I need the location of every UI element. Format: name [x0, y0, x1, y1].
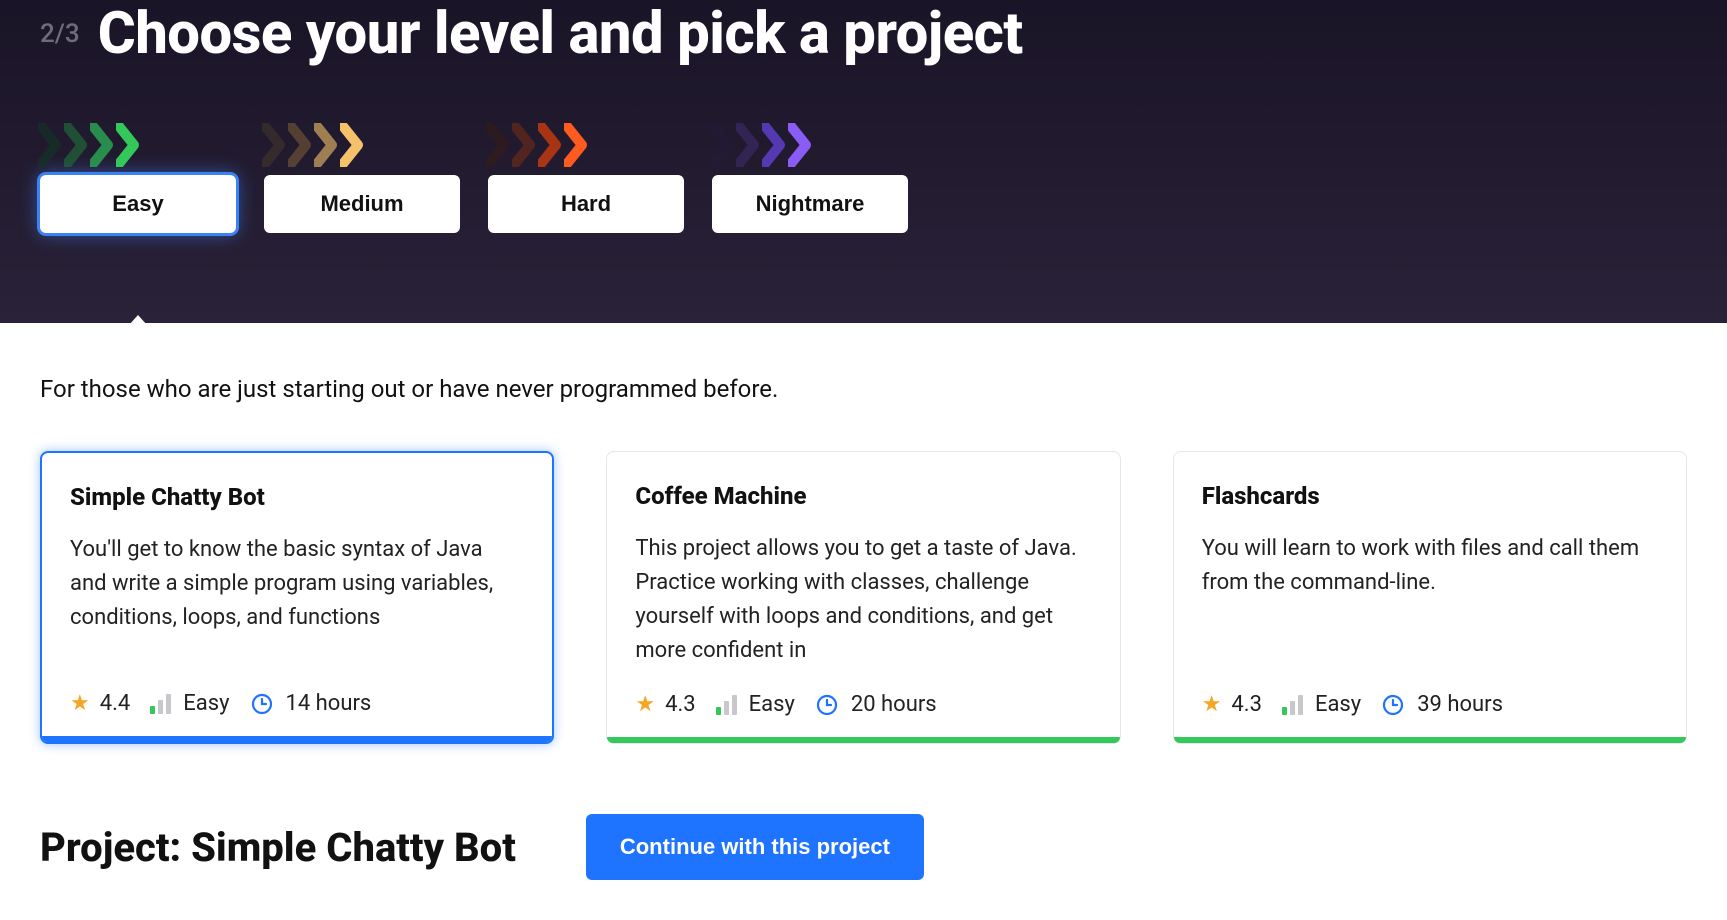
chevron-icon: [512, 123, 538, 167]
chevron-icon: [564, 123, 590, 167]
chevron-icon: [262, 123, 288, 167]
projects-row: Simple Chatty Bot You'll get to know the…: [40, 451, 1687, 744]
level-button-nightmare[interactable]: Nightmare: [712, 175, 908, 233]
chevron-icon: [538, 123, 564, 167]
project-card-meta: ★ 4.4 Easy 14 hours: [70, 691, 524, 716]
project-card[interactable]: Simple Chatty Bot You'll get to know the…: [40, 451, 554, 744]
level-group-easy: Easy: [40, 123, 236, 233]
difficulty-bars-icon: [150, 694, 171, 714]
hero-section: 2/3 Choose your level and pick a project…: [0, 0, 1727, 323]
card-accent-bar: [607, 737, 1119, 743]
level-button-easy[interactable]: Easy: [40, 175, 236, 233]
project-hours: 14 hours: [286, 691, 372, 716]
star-icon: ★: [635, 692, 655, 717]
card-accent-bar: [1174, 737, 1686, 743]
levels-row: Easy Medium Hard Nightmare: [40, 123, 1687, 233]
level-group-nightmare: Nightmare: [712, 123, 908, 233]
chevron-icon: [64, 123, 90, 167]
difficulty-bars-icon: [716, 695, 737, 715]
project-card-description: You'll get to know the basic syntax of J…: [70, 533, 524, 667]
project-card-title: Coffee Machine: [635, 482, 1091, 510]
difficulty-bars-icon: [1282, 695, 1303, 715]
star-icon: ★: [70, 691, 90, 716]
chevrons-icon: [710, 123, 814, 167]
project-card-description: You will learn to work with files and ca…: [1202, 532, 1658, 668]
project-card-title: Flashcards: [1202, 482, 1658, 510]
project-hours: 39 hours: [1417, 692, 1503, 717]
level-button-medium[interactable]: Medium: [264, 175, 460, 233]
project-card[interactable]: Flashcards You will learn to work with f…: [1173, 451, 1687, 744]
project-card-description: This project allows you to get a taste o…: [635, 532, 1091, 668]
project-rating: 4.3: [665, 692, 696, 717]
chevron-icon: [736, 123, 762, 167]
chevron-icon: [38, 123, 64, 167]
project-card-meta: ★ 4.3 Easy 39 hours: [1202, 692, 1658, 717]
clock-icon: [1381, 693, 1405, 717]
star-icon: ★: [1202, 692, 1222, 717]
project-card-title: Simple Chatty Bot: [70, 483, 524, 511]
project-rating: 4.4: [100, 691, 131, 716]
step-counter: 2/3: [40, 19, 80, 49]
chevrons-icon: [486, 123, 590, 167]
project-rating: 4.3: [1231, 692, 1262, 717]
level-intro-text: For those who are just starting out or h…: [40, 375, 1687, 403]
content-section: For those who are just starting out or h…: [0, 323, 1727, 920]
project-level: Easy: [1315, 692, 1361, 717]
continue-button[interactable]: Continue with this project: [586, 814, 924, 880]
page-title: Choose your level and pick a project: [98, 0, 1023, 68]
clock-icon: [250, 692, 274, 716]
project-footer: Project: Simple Chatty Bot Continue with…: [40, 814, 1687, 880]
chevron-icon: [116, 123, 142, 167]
chevron-icon: [788, 123, 814, 167]
level-group-medium: Medium: [264, 123, 460, 233]
chevrons-icon: [38, 123, 142, 167]
chevron-icon: [288, 123, 314, 167]
chevron-icon: [762, 123, 788, 167]
clock-icon: [815, 693, 839, 717]
project-level: Easy: [749, 692, 795, 717]
chevron-icon: [710, 123, 736, 167]
project-card[interactable]: Coffee Machine This project allows you t…: [606, 451, 1120, 744]
project-level: Easy: [183, 691, 229, 716]
level-group-hard: Hard: [488, 123, 684, 233]
project-card-meta: ★ 4.3 Easy 20 hours: [635, 692, 1091, 717]
level-button-hard[interactable]: Hard: [488, 175, 684, 233]
chevron-icon: [314, 123, 340, 167]
project-hours: 20 hours: [851, 692, 937, 717]
chevron-icon: [486, 123, 512, 167]
chevrons-icon: [262, 123, 366, 167]
card-accent-bar: [42, 736, 552, 742]
chevron-icon: [340, 123, 366, 167]
chevron-icon: [90, 123, 116, 167]
hero-title-row: 2/3 Choose your level and pick a project: [40, 0, 1687, 68]
selected-project-heading: Project: Simple Chatty Bot: [40, 824, 516, 871]
